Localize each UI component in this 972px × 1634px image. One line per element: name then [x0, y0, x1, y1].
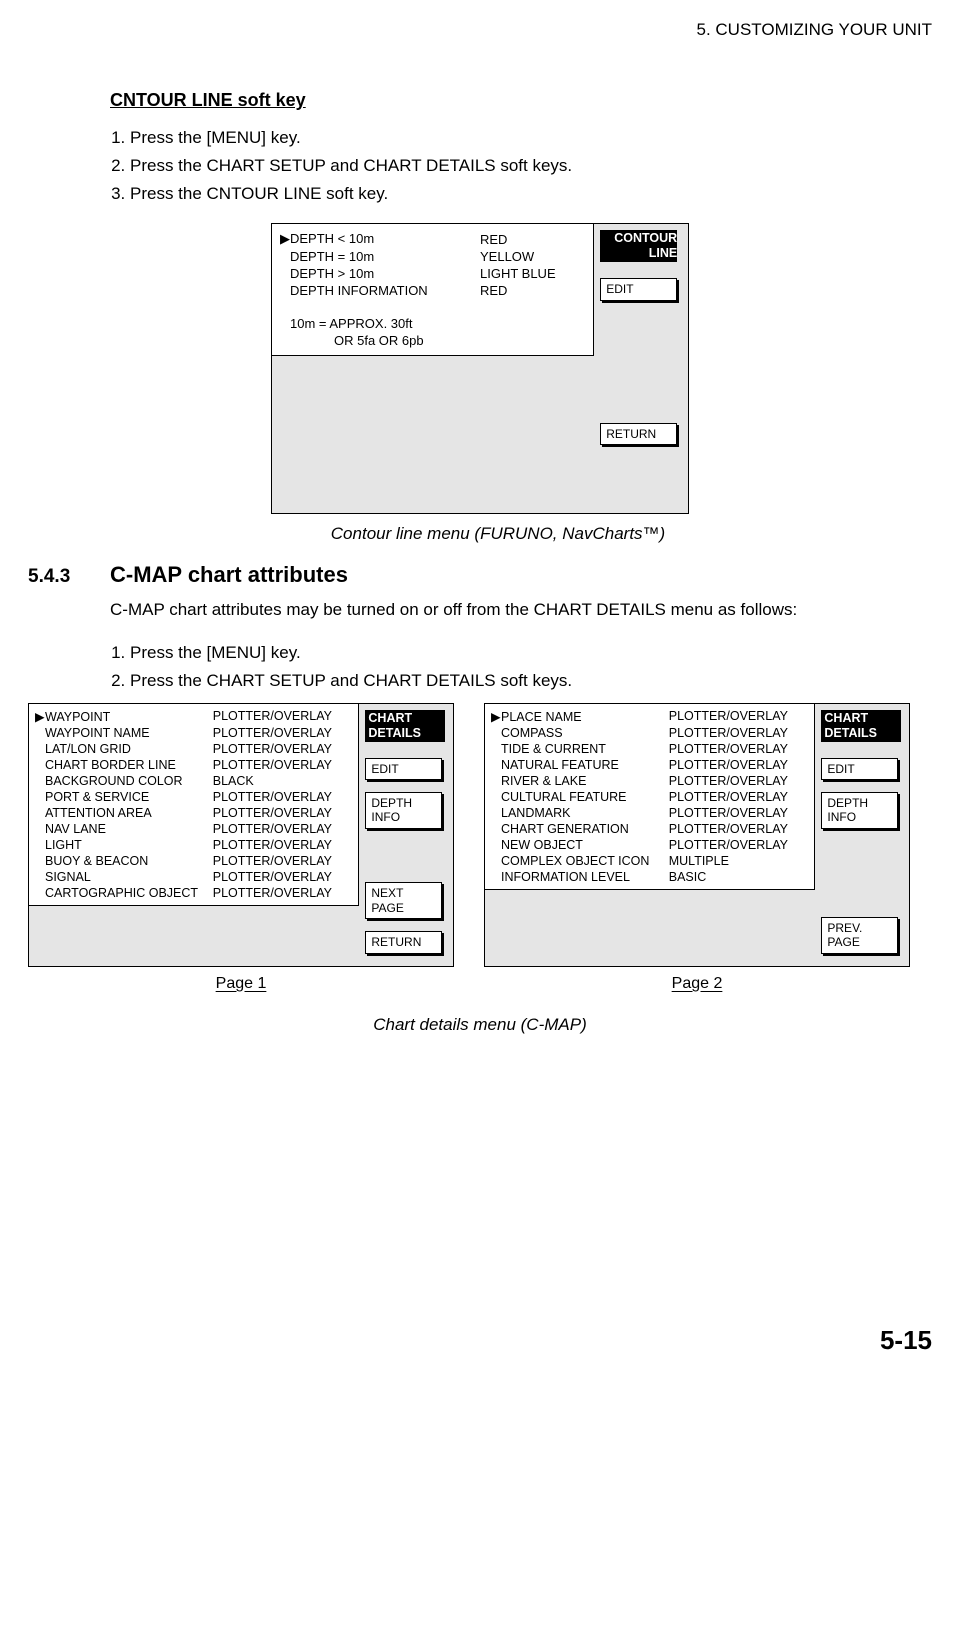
- menu-row[interactable]: ▶PLACE NAMEPLOTTER/OVERLAY: [491, 708, 808, 725]
- section-heading-contour: CNTOUR LINE soft key: [110, 90, 932, 111]
- softkey-title-details: CHART DETAILS: [821, 710, 901, 742]
- next-page-button[interactable]: NEXT PAGE: [365, 882, 442, 919]
- menu-row[interactable]: NEW OBJECTPLOTTER/OVERLAY: [491, 837, 808, 853]
- menu-row[interactable]: INFORMATION LEVELBASIC: [491, 869, 808, 885]
- chart-details-panel-1: ▶WAYPOINTPLOTTER/OVERLAYWAYPOINT NAMEPLO…: [28, 703, 359, 906]
- steps-list-2: Press the [MENU] key. Press the CHART SE…: [110, 641, 932, 693]
- chapter-header: 5. CUSTOMIZING YOUR UNIT: [28, 20, 932, 40]
- step-item: Press the CHART SETUP and CHART DETAILS …: [130, 669, 932, 693]
- step-item: Press the [MENU] key.: [130, 641, 932, 665]
- menu-note: OR 5fa OR 6pb: [280, 332, 556, 349]
- step-item: Press the CNTOUR LINE soft key.: [130, 182, 932, 206]
- depth-info-button[interactable]: DEPTH INFO: [821, 792, 898, 829]
- menu-row[interactable]: CHART GENERATIONPLOTTER/OVERLAY: [491, 821, 808, 837]
- menu-row[interactable]: SIGNALPLOTTER/OVERLAY: [35, 869, 352, 885]
- edit-button[interactable]: EDIT: [600, 278, 677, 300]
- page-number: 5-15: [28, 1325, 932, 1356]
- figure-chart-details-page2: ▶PLACE NAMEPLOTTER/OVERLAYCOMPASSPLOTTER…: [484, 703, 910, 967]
- softkey-title-contour: CONTOUR LINE: [600, 230, 677, 262]
- figure-caption: Contour line menu (FURUNO, NavCharts™): [64, 524, 932, 544]
- cursor-arrow-icon: ▶: [35, 709, 45, 724]
- menu-row[interactable]: PORT & SERVICEPLOTTER/OVERLAY: [35, 789, 352, 805]
- menu-row[interactable]: RIVER & LAKEPLOTTER/OVERLAY: [491, 773, 808, 789]
- prev-page-button[interactable]: PREV. PAGE: [821, 917, 898, 954]
- menu-row[interactable]: ▶DEPTH < 10mRED: [280, 230, 556, 248]
- menu-row[interactable]: COMPLEX OBJECT ICONMULTIPLE: [491, 853, 808, 869]
- page-label-1: Page 1: [28, 975, 454, 993]
- menu-row[interactable]: NATURAL FEATUREPLOTTER/OVERLAY: [491, 757, 808, 773]
- subsection-number: 5.4.3: [28, 566, 110, 588]
- steps-list-1: Press the [MENU] key. Press the CHART SE…: [110, 126, 932, 205]
- menu-row[interactable]: NAV LANEPLOTTER/OVERLAY: [35, 821, 352, 837]
- contour-menu-panel: ▶DEPTH < 10mRED DEPTH = 10mYELLOW DEPTH …: [271, 223, 594, 356]
- return-button[interactable]: RETURN: [600, 423, 677, 445]
- menu-row[interactable]: LIGHTPLOTTER/OVERLAY: [35, 837, 352, 853]
- chart-details-panel-2: ▶PLACE NAMEPLOTTER/OVERLAYCOMPASSPLOTTER…: [484, 703, 815, 890]
- cursor-arrow-icon: ▶: [491, 709, 501, 724]
- figure-chart-details-page1: ▶WAYPOINTPLOTTER/OVERLAYWAYPOINT NAMEPLO…: [28, 703, 454, 967]
- menu-row[interactable]: ATTENTION AREAPLOTTER/OVERLAY: [35, 805, 352, 821]
- return-button[interactable]: RETURN: [365, 931, 442, 953]
- step-item: Press the CHART SETUP and CHART DETAILS …: [130, 154, 932, 178]
- menu-note: 10m = APPROX. 30ft: [280, 315, 556, 332]
- page-label-2: Page 2: [484, 975, 910, 993]
- menu-row[interactable]: CULTURAL FEATUREPLOTTER/OVERLAY: [491, 789, 808, 805]
- softkey-title-details: CHART DETAILS: [365, 710, 445, 742]
- menu-row[interactable]: ▶WAYPOINTPLOTTER/OVERLAY: [35, 708, 352, 725]
- figure-caption: Chart details menu (C-MAP): [28, 1015, 932, 1035]
- menu-row[interactable]: BUOY & BEACONPLOTTER/OVERLAY: [35, 853, 352, 869]
- figure-contour-menu: ▶DEPTH < 10mRED DEPTH = 10mYELLOW DEPTH …: [271, 223, 689, 514]
- subsection-title: C-MAP chart attributes: [110, 562, 348, 588]
- menu-row[interactable]: CHART BORDER LINEPLOTTER/OVERLAY: [35, 757, 352, 773]
- menu-row[interactable]: TIDE & CURRENTPLOTTER/OVERLAY: [491, 741, 808, 757]
- menu-row[interactable]: LAT/LON GRIDPLOTTER/OVERLAY: [35, 741, 352, 757]
- menu-row[interactable]: DEPTH INFORMATIONRED: [280, 282, 556, 299]
- edit-button[interactable]: EDIT: [365, 758, 442, 780]
- menu-row[interactable]: DEPTH > 10mLIGHT BLUE: [280, 265, 556, 282]
- step-item: Press the [MENU] key.: [130, 126, 932, 150]
- cursor-arrow-icon: ▶: [280, 231, 290, 247]
- menu-row[interactable]: WAYPOINT NAMEPLOTTER/OVERLAY: [35, 725, 352, 741]
- menu-row[interactable]: CARTOGRAPHIC OBJECTPLOTTER/OVERLAY: [35, 885, 352, 901]
- edit-button[interactable]: EDIT: [821, 758, 898, 780]
- menu-row[interactable]: BACKGROUND COLORBLACK: [35, 773, 352, 789]
- menu-row[interactable]: COMPASSPLOTTER/OVERLAY: [491, 725, 808, 741]
- depth-info-button[interactable]: DEPTH INFO: [365, 792, 442, 829]
- paragraph: C-MAP chart attributes may be turned on …: [110, 598, 932, 623]
- menu-row[interactable]: LANDMARKPLOTTER/OVERLAY: [491, 805, 808, 821]
- menu-row[interactable]: DEPTH = 10mYELLOW: [280, 248, 556, 265]
